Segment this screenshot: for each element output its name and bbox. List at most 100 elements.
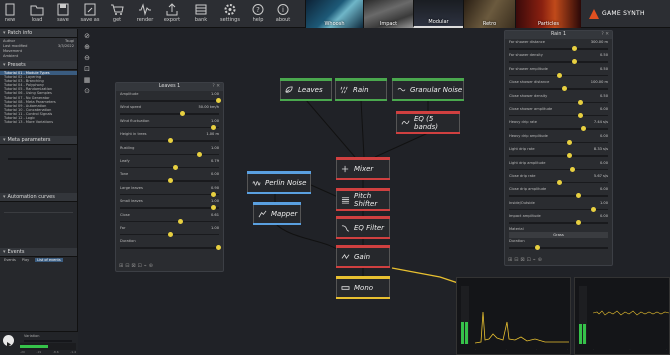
param-knob[interactable] <box>216 245 221 251</box>
param-value[interactable]: 0.00 <box>600 107 608 111</box>
param-value[interactable]: 0.00 <box>600 187 608 191</box>
param-knob[interactable] <box>578 99 584 105</box>
param-value[interactable]: 5.67 s/s <box>594 174 608 178</box>
param-knob[interactable] <box>211 205 217 211</box>
node-output-port[interactable] <box>336 208 390 211</box>
node-output-port[interactable] <box>336 265 390 268</box>
param-track[interactable] <box>509 247 608 249</box>
param-track[interactable] <box>509 48 608 50</box>
param-knob[interactable] <box>179 111 185 117</box>
param-knob[interactable] <box>211 191 217 197</box>
param-knob[interactable] <box>557 72 562 78</box>
param-value[interactable]: 1.00 m <box>206 132 219 136</box>
node-output-port[interactable] <box>335 98 387 101</box>
param-value[interactable]: 0.79 <box>211 159 219 163</box>
param-track[interactable] <box>509 168 608 171</box>
param-knob[interactable] <box>576 220 582 226</box>
node-input-port[interactable] <box>335 78 387 81</box>
node-output-port[interactable] <box>280 98 332 101</box>
param-track[interactable] <box>120 153 219 156</box>
node-input-port[interactable] <box>247 171 311 174</box>
param-value[interactable]: 1.00 <box>211 226 219 230</box>
node-input-port[interactable] <box>396 111 460 114</box>
close-icon[interactable]: ? ✕ <box>601 31 609 39</box>
param-knob[interactable] <box>561 86 567 92</box>
param-track[interactable] <box>509 88 608 90</box>
node-output-port[interactable] <box>253 222 301 225</box>
param-value[interactable]: 0.50 <box>600 67 608 71</box>
param-knob[interactable] <box>557 179 562 185</box>
node-output-port[interactable] <box>392 98 464 101</box>
param-value[interactable]: 8.33 s/s <box>594 147 608 151</box>
node-leaves[interactable]: Leaves <box>280 78 332 101</box>
param-track[interactable] <box>120 126 219 129</box>
param-knob[interactable] <box>572 59 578 65</box>
param-track[interactable] <box>509 61 608 63</box>
node-mixer[interactable]: Mixer <box>336 157 390 180</box>
param-track[interactable] <box>509 141 608 144</box>
param-value[interactable]: 1.00 <box>211 146 219 150</box>
param-track[interactable] <box>120 207 219 209</box>
node-eq-5-bands[interactable]: EQ (5 bands) <box>396 111 460 134</box>
node-output-port[interactable] <box>336 177 390 180</box>
close-icon[interactable]: ? ✕ <box>212 83 220 91</box>
param-value[interactable]: 0.00 <box>211 172 219 176</box>
param-value[interactable]: 100.00 m <box>591 80 608 84</box>
param-knob[interactable] <box>566 139 572 145</box>
param-track[interactable] <box>120 247 219 249</box>
node-output-port[interactable] <box>336 296 390 299</box>
param-track[interactable] <box>120 100 219 102</box>
param-knob[interactable] <box>535 245 540 251</box>
param-track[interactable] <box>120 113 219 115</box>
param-knob[interactable] <box>172 164 178 170</box>
param-knob[interactable] <box>572 46 578 51</box>
node-pitch-shifter[interactable]: Pitch Shifter <box>336 188 390 211</box>
param-knob[interactable] <box>576 193 582 199</box>
node-input-port[interactable] <box>253 202 301 205</box>
node-output-port[interactable] <box>396 131 460 134</box>
node-mono[interactable]: Mono <box>336 276 390 299</box>
param-value[interactable]: 50.00 km/h <box>198 105 219 109</box>
param-knob[interactable] <box>177 218 183 224</box>
param-value[interactable]: 0.00 <box>600 134 608 138</box>
param-knob[interactable] <box>578 112 584 118</box>
node-input-port[interactable] <box>392 78 464 81</box>
param-track[interactable] <box>509 155 608 157</box>
node-gain[interactable]: Gain <box>336 245 390 268</box>
param-knob[interactable] <box>566 153 572 159</box>
param-value[interactable]: 300.00 m <box>591 40 608 44</box>
param-value[interactable]: 1.00 <box>600 201 608 205</box>
node-mapper[interactable]: Mapper <box>253 202 301 225</box>
node-perlin-noise[interactable]: Perlin Noise <box>247 171 311 194</box>
param-track[interactable] <box>120 220 219 223</box>
node-rain[interactable]: Rain <box>335 78 387 101</box>
param-knob[interactable] <box>211 124 217 130</box>
param-value[interactable]: 0.50 <box>600 53 608 57</box>
param-track[interactable] <box>509 128 608 130</box>
node-eq-filter[interactable]: EQ Filter <box>336 216 390 239</box>
param-value[interactable]: 0.00 <box>600 214 608 218</box>
param-track[interactable] <box>509 195 608 197</box>
param-value[interactable]: 1.00 <box>211 199 219 203</box>
param-track[interactable] <box>509 222 608 224</box>
param-value[interactable]: 0.50 <box>600 94 608 98</box>
node-granular-noise[interactable]: Granular Noise <box>392 78 464 101</box>
param-knob[interactable] <box>196 151 202 157</box>
param-track[interactable] <box>120 193 219 196</box>
param-knob[interactable] <box>590 206 596 212</box>
param-track[interactable] <box>120 166 219 169</box>
node-input-port[interactable] <box>280 78 332 81</box>
param-value[interactable]: 0.90 <box>211 186 219 190</box>
param-value[interactable]: 1.00 <box>211 92 219 96</box>
node-input-port[interactable] <box>336 157 390 160</box>
param-track[interactable] <box>509 114 608 117</box>
param-value[interactable]: 0.61 <box>211 213 219 217</box>
node-input-port[interactable] <box>336 216 390 219</box>
param-value[interactable]: 1.00 <box>211 119 219 123</box>
param-knob[interactable] <box>570 166 576 172</box>
param-value[interactable]: 7.44 s/s <box>594 120 608 124</box>
param-track[interactable] <box>509 101 608 104</box>
node-input-port[interactable] <box>336 276 390 279</box>
param-knob[interactable] <box>168 138 173 144</box>
node-input-port[interactable] <box>336 245 390 248</box>
